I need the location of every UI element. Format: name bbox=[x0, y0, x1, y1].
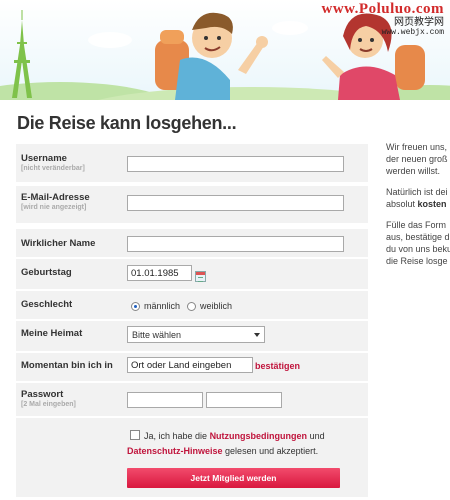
birthday-input[interactable] bbox=[127, 265, 192, 281]
sidebar-paragraph-1: Wir freuen uns, der neuen groß werden wi… bbox=[386, 141, 450, 177]
password-repeat-input[interactable] bbox=[206, 392, 282, 408]
home-select-value: Bitte wählen bbox=[132, 330, 182, 340]
sidebar-text: Wir freuen uns, bbox=[386, 142, 448, 152]
watermark-url: www.webjx.com bbox=[381, 28, 444, 37]
watermark-subtitle: 网页教学网 bbox=[394, 17, 444, 28]
sidebar-text: absolut bbox=[386, 199, 418, 209]
terms-and: und bbox=[309, 431, 325, 441]
confirm-location-link[interactable]: bestätigen bbox=[255, 361, 300, 371]
terms-text: Ja, ich habe die Nutzungsbedingungen und… bbox=[127, 429, 363, 459]
gender-male-label: männlich bbox=[144, 301, 181, 311]
row-divider bbox=[16, 182, 368, 186]
watermark-brand: www.Poluluo.com bbox=[321, 1, 444, 17]
row-divider bbox=[16, 416, 368, 418]
page-title: Die Reise kann losgehen... bbox=[17, 113, 237, 133]
password-input[interactable] bbox=[127, 392, 203, 408]
submit-button[interactable]: Jetzt Mitglied werden bbox=[127, 468, 340, 488]
row-divider bbox=[16, 319, 368, 321]
sidebar-text: der neuen groß bbox=[386, 154, 448, 164]
username-label: Username bbox=[21, 153, 67, 164]
row-divider bbox=[16, 351, 368, 353]
gender-label: Geschlecht bbox=[21, 299, 73, 310]
email-label: E-Mail-Adresse bbox=[21, 192, 90, 203]
email-hint: [wird nie angezeigt] bbox=[21, 204, 87, 211]
sidebar-bold-text: kosten bbox=[417, 199, 447, 209]
sidebar-text: werden willst. bbox=[386, 166, 441, 176]
email-input[interactable] bbox=[127, 195, 344, 211]
gender-female-label: weiblich bbox=[200, 301, 233, 311]
sidebar-text: Natürlich ist dei bbox=[386, 187, 448, 197]
section-divider bbox=[16, 223, 368, 229]
home-label: Meine Heimat bbox=[21, 328, 83, 339]
registration-page: www.Poluluo.com 网页教学网 www.webjx.com Die … bbox=[0, 0, 450, 500]
birthday-label: Geburtstag bbox=[21, 267, 72, 278]
sidebar-text: du von uns beku bbox=[386, 244, 450, 254]
gender-female-radio[interactable] bbox=[187, 302, 196, 311]
password-hint: [2 Mal eingeben] bbox=[21, 401, 76, 408]
location-label: Momentan bin ich in bbox=[21, 360, 113, 371]
terms-of-use-link[interactable]: Nutzungsbedingungen bbox=[210, 431, 307, 441]
sidebar-text: aus, bestätige d bbox=[386, 232, 450, 242]
sidebar-info: Wir freuen uns, der neuen groß werden wi… bbox=[386, 141, 450, 276]
terms-prefix: Ja, ich habe die bbox=[144, 431, 208, 441]
calendar-icon[interactable] bbox=[195, 271, 206, 282]
row-divider bbox=[16, 257, 368, 259]
location-input[interactable] bbox=[127, 357, 253, 373]
boy-traveler-illustration bbox=[155, 12, 268, 100]
sidebar-paragraph-3: Fülle das Form aus, bestätige d du von u… bbox=[386, 219, 450, 267]
home-select[interactable]: Bitte wählen bbox=[127, 326, 265, 343]
sidebar-paragraph-2: Natürlich ist dei absolut kosten bbox=[386, 186, 450, 210]
realname-label: Wirklicher Name bbox=[21, 238, 96, 249]
sidebar-text: die Reise losge bbox=[386, 256, 448, 266]
privacy-link[interactable]: Datenschutz-Hinweise bbox=[127, 446, 223, 456]
username-input[interactable] bbox=[127, 156, 344, 172]
chevron-down-icon bbox=[254, 333, 260, 337]
username-hint: [nicht veränderbar] bbox=[21, 165, 85, 172]
terms-suffix: gelesen und akzeptiert. bbox=[225, 446, 319, 456]
row-divider bbox=[16, 289, 368, 291]
watermark: www.Poluluo.com 网页教学网 www.webjx.com bbox=[321, 2, 444, 37]
header-illustration: www.Poluluo.com 网页教学网 www.webjx.com bbox=[0, 0, 450, 100]
row-divider bbox=[16, 381, 368, 383]
realname-input[interactable] bbox=[127, 236, 344, 252]
registration-form: Username [nicht veränderbar] E-Mail-Adre… bbox=[16, 144, 368, 497]
gender-male-radio[interactable] bbox=[131, 302, 140, 311]
password-label: Passwort bbox=[21, 389, 64, 400]
sidebar-text: Fülle das Form bbox=[386, 220, 447, 230]
